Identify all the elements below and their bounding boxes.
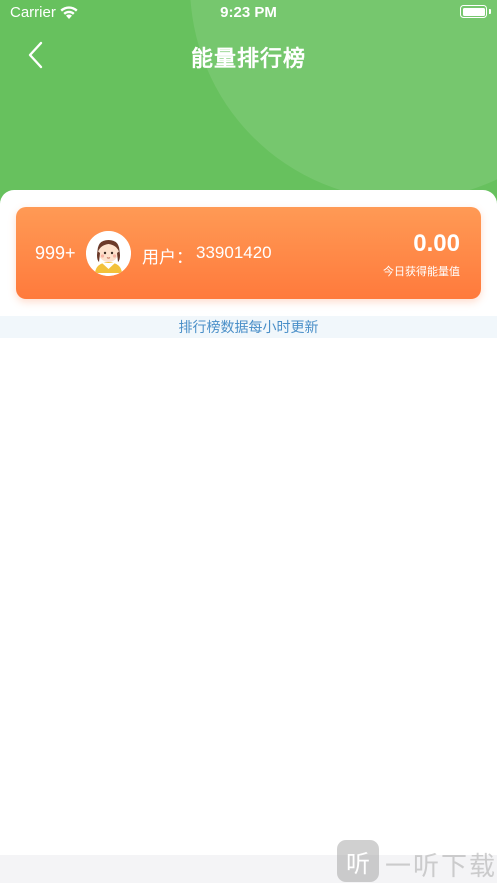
watermark: 听 一听下载 xyxy=(337,840,497,883)
rank-number: 999+ xyxy=(35,243,76,263)
avatar-girl-icon xyxy=(86,231,131,276)
my-rank-card[interactable]: 999+ 用户： 33901420 0.00 今日获得能量值 xyxy=(16,207,481,299)
avatar xyxy=(86,231,131,276)
header-decoration xyxy=(190,0,497,200)
watermark-text: 一听下载 xyxy=(385,851,497,881)
battery-icon xyxy=(460,5,487,18)
user-id: 33901420 xyxy=(196,243,272,262)
status-time: 9:23 PM xyxy=(220,4,277,21)
screen: Carrier 9:23 PM 能量排行榜 999+ 用户： 33901420 … xyxy=(0,0,497,883)
energy-caption: 今日获得能量值 xyxy=(383,266,460,278)
energy-value: 0.00 xyxy=(413,230,460,257)
battery-tip xyxy=(489,9,491,14)
status-bar: Carrier 9:23 PM xyxy=(0,0,497,26)
watermark-logo-icon: 听 xyxy=(337,840,379,882)
update-notice: 排行榜数据每小时更新 xyxy=(0,316,497,338)
page-title: 能量排行榜 xyxy=(190,46,306,71)
header-background xyxy=(0,0,497,215)
user-label: 用户： xyxy=(142,248,193,267)
